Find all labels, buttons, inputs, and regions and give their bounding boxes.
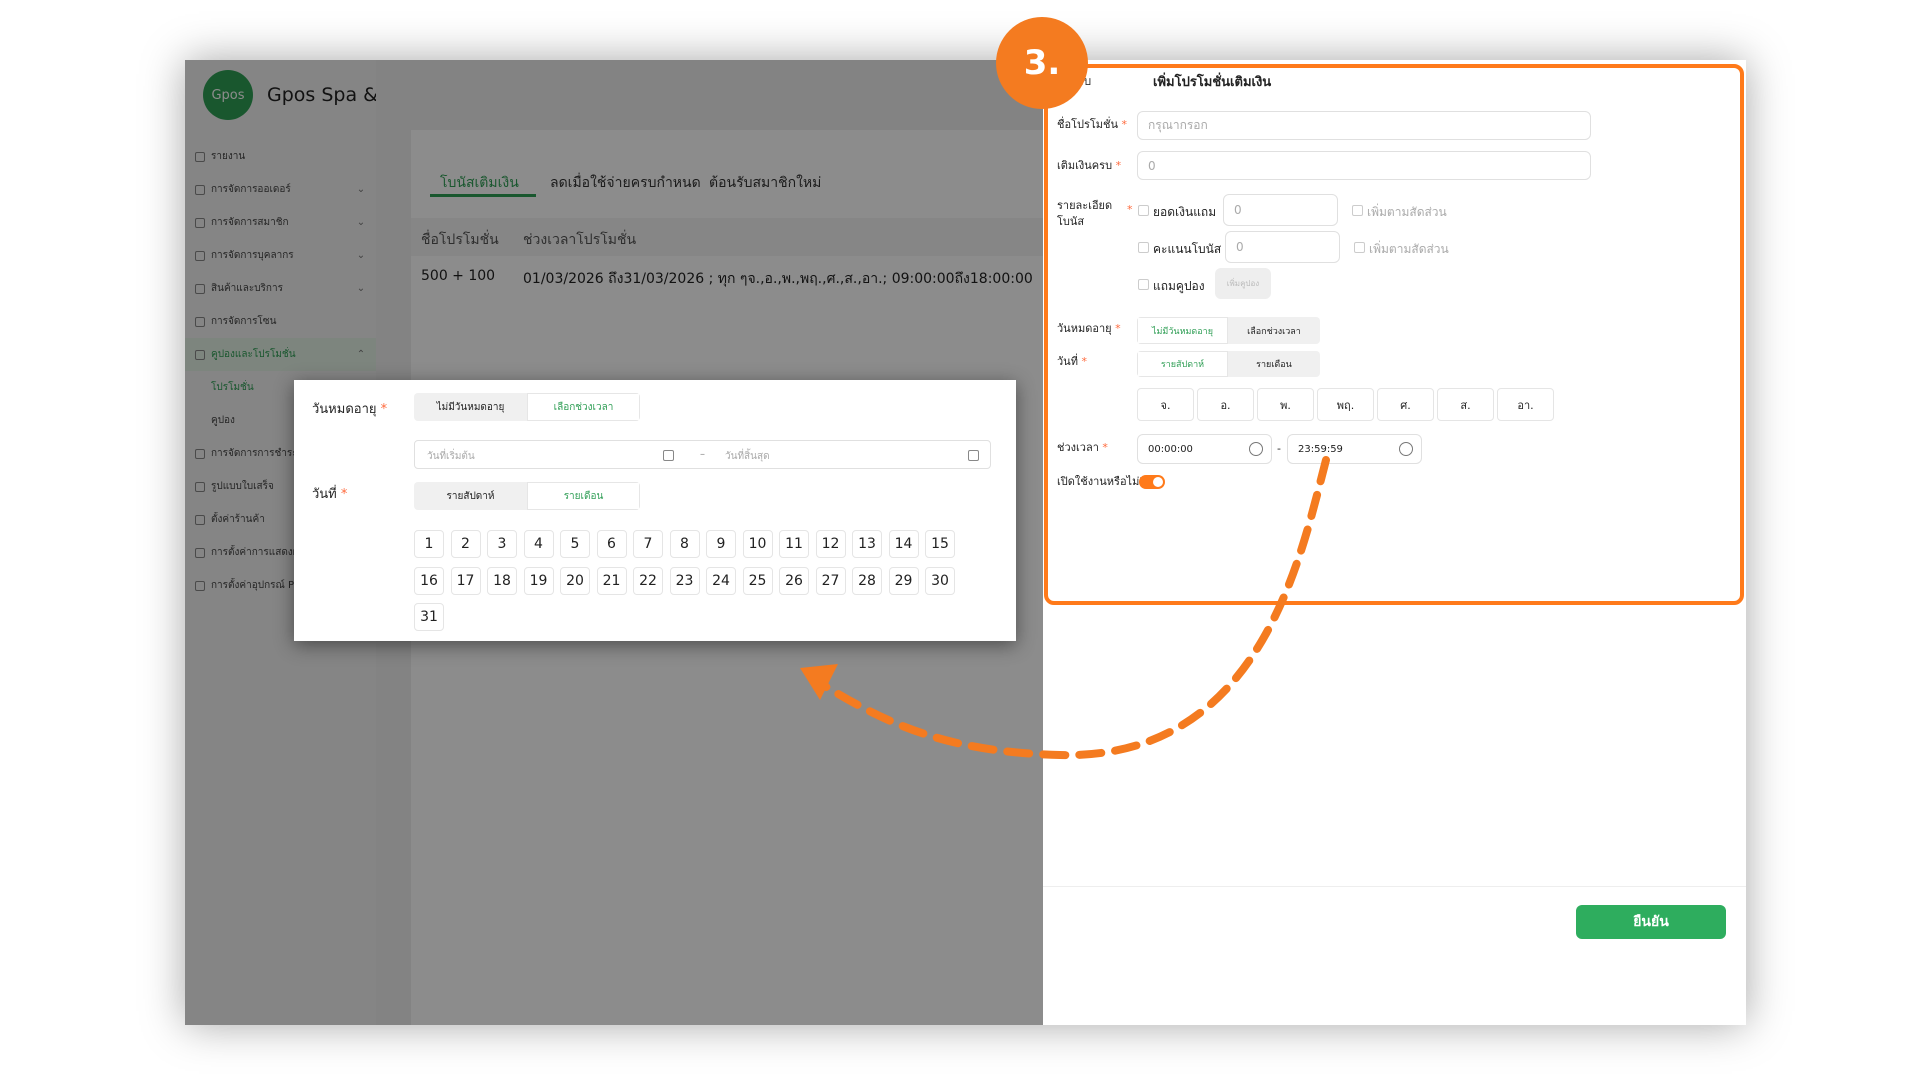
zoom-expiry-label: วันหมดอายุ * bbox=[312, 402, 388, 417]
month-day-19[interactable]: 19 bbox=[523, 566, 554, 595]
month-day-1[interactable]: 1 bbox=[414, 530, 444, 558]
month-day-18[interactable]: 18 bbox=[487, 566, 517, 595]
month-day-2[interactable]: 2 bbox=[450, 530, 481, 558]
month-day-24[interactable]: 24 bbox=[706, 566, 736, 595]
calendar-icon bbox=[663, 450, 674, 461]
required-star: * bbox=[340, 487, 348, 502]
month-day-4[interactable]: 4 bbox=[523, 530, 554, 558]
month-day-5[interactable]: 5 bbox=[560, 530, 590, 558]
zoomed-detail-panel: วันหมดอายุ * ไม่มีวันหมดอายุ เลือกช่วงเว… bbox=[294, 380, 1016, 641]
calendar-icon bbox=[968, 450, 979, 461]
start-date-placeholder: วันที่เริ่มต้น bbox=[427, 451, 475, 462]
month-day-29[interactable]: 29 bbox=[888, 566, 919, 595]
month-day-30[interactable]: 30 bbox=[925, 566, 955, 595]
month-day-9[interactable]: 9 bbox=[706, 530, 736, 558]
month-day-3[interactable]: 3 bbox=[487, 530, 517, 558]
zoom-expiry-option-none[interactable]: ไม่มีวันหมดอายุ bbox=[414, 393, 527, 421]
zoom-expiry-segmented-control: ไม่มีวันหมดอายุ เลือกช่วงเวลา bbox=[414, 393, 640, 421]
month-day-23[interactable]: 23 bbox=[669, 566, 700, 595]
month-day-16[interactable]: 16 bbox=[414, 566, 444, 595]
month-day-13[interactable]: 13 bbox=[852, 530, 882, 558]
zoom-date-option-monthly[interactable]: รายเดือน bbox=[527, 482, 640, 510]
month-day-17[interactable]: 17 bbox=[450, 566, 481, 595]
tutorial-stage: Gpos Gpos Spa & Massage รายงาน การจัดการ… bbox=[0, 0, 1920, 1080]
month-day-22[interactable]: 22 bbox=[633, 566, 663, 595]
month-day-31[interactable]: 31 bbox=[414, 603, 444, 631]
month-day-8[interactable]: 8 bbox=[669, 530, 700, 558]
zoom-date-label: วันที่ * bbox=[312, 487, 348, 502]
month-day-25[interactable]: 25 bbox=[742, 566, 773, 595]
zoom-date-segmented-control: รายสัปดาห์ รายเดือน bbox=[414, 482, 640, 510]
month-day-11[interactable]: 11 bbox=[779, 530, 809, 558]
month-day-20[interactable]: 20 bbox=[560, 566, 590, 595]
month-day-15[interactable]: 15 bbox=[925, 530, 955, 558]
month-day-26[interactable]: 26 bbox=[779, 566, 809, 595]
end-date-placeholder: วันที่สิ้นสุด bbox=[725, 451, 770, 462]
month-day-6[interactable]: 6 bbox=[596, 530, 627, 558]
zoom-expiry-option-range[interactable]: เลือกช่วงเวลา bbox=[527, 393, 640, 421]
month-day-14[interactable]: 14 bbox=[888, 530, 919, 558]
month-day-21[interactable]: 21 bbox=[596, 566, 627, 595]
month-day-10[interactable]: 10 bbox=[742, 530, 773, 558]
month-day-27[interactable]: 27 bbox=[815, 566, 846, 595]
date-range-picker[interactable]: วันที่เริ่มต้น – วันที่สิ้นสุด bbox=[414, 440, 991, 469]
required-star: * bbox=[380, 402, 388, 417]
month-day-28[interactable]: 28 bbox=[852, 566, 882, 595]
month-day-7[interactable]: 7 bbox=[633, 530, 663, 558]
zoom-date-option-weekly[interactable]: รายสัปดาห์ bbox=[414, 482, 527, 510]
range-separator: – bbox=[700, 449, 705, 460]
month-day-12[interactable]: 12 bbox=[815, 530, 846, 558]
